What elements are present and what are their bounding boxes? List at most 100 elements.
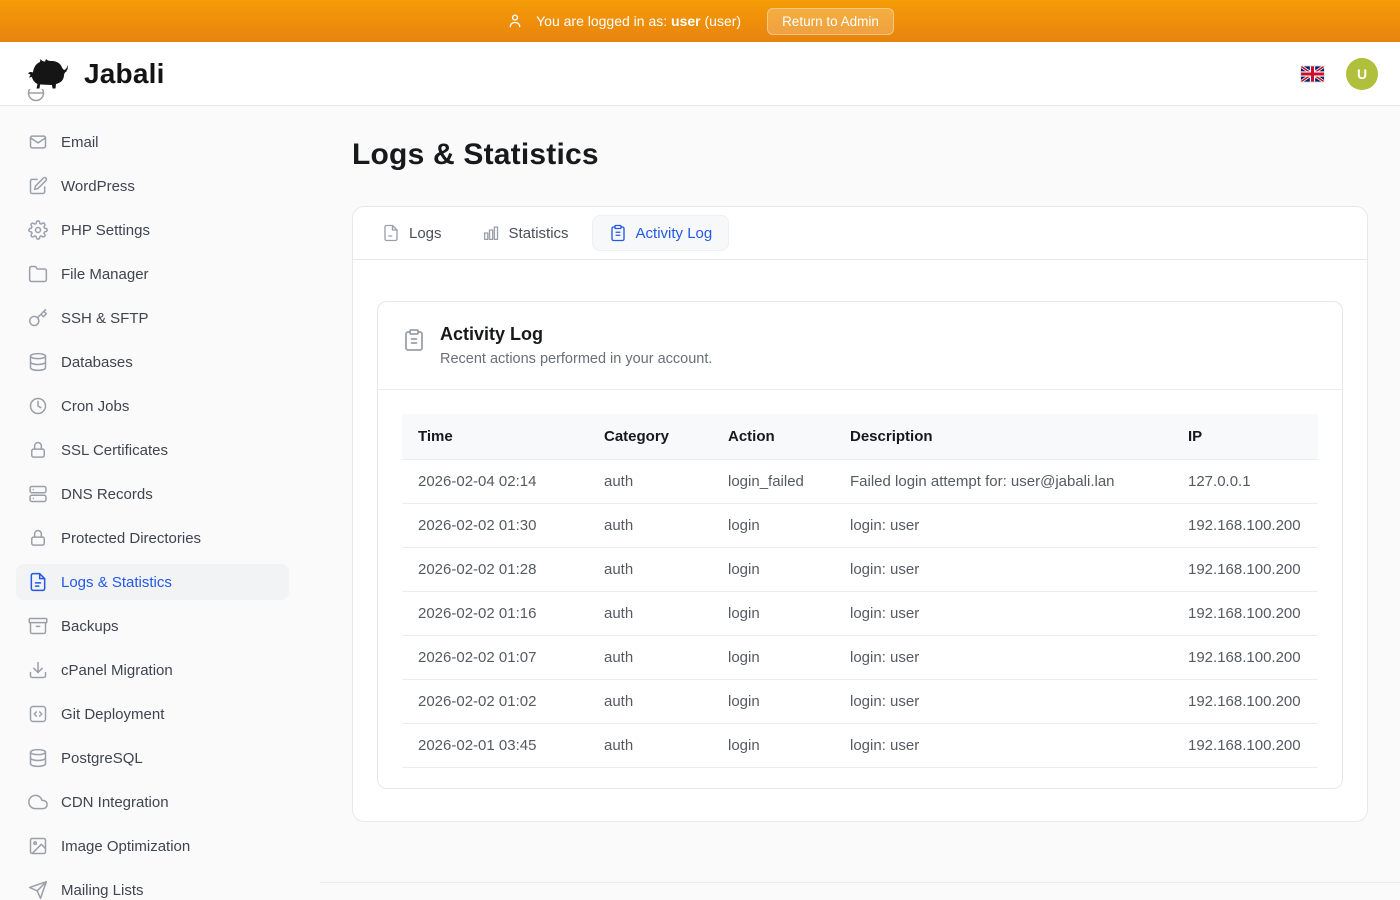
sidebar-item-backups[interactable]: Backups [16,608,289,644]
header-actions: U [1301,58,1378,90]
sidebar-item-databases[interactable]: Databases [16,344,289,380]
table-cell: login: user [834,548,1172,592]
table-cell: auth [588,680,712,724]
tab-label: Statistics [509,225,569,242]
table-cell: login [712,636,834,680]
sidebar-item-dns-records[interactable]: DNS Records [16,476,289,512]
sidebar-item-protected-directories[interactable]: Protected Directories [16,520,289,556]
sidebar-item-icon [28,616,48,636]
column-header-category: Category [588,414,712,460]
main-content: Logs & Statistics Logs Statistics Activi… [320,106,1400,900]
sidebar-item-label: Mailing Lists [61,882,144,899]
sidebar-item-icon [28,132,48,152]
table-cell: 192.168.100.200 [1172,636,1318,680]
activity-log-table: TimeCategoryActionDescriptionIP 2026-02-… [402,414,1318,768]
table-cell: login_failed [712,460,834,504]
sidebar-item-cron-jobs[interactable]: Cron Jobs [16,388,289,424]
tab-icon [382,224,400,242]
sidebar-item-wordpress[interactable]: WordPress [16,168,289,204]
sidebar-item-ssh-sftp[interactable]: SSH & SFTP [16,300,289,336]
sidebar-item-icon [28,396,48,416]
table-cell: 192.168.100.200 [1172,504,1318,548]
tab-statistics[interactable]: Statistics [465,215,586,251]
sidebar-item-icon [28,264,48,284]
table-row: 2026-02-02 01:16authloginlogin: user192.… [402,592,1318,636]
table-row: 2026-02-04 02:14authlogin_failedFailed l… [402,460,1318,504]
sidebar-item-label: Protected Directories [61,530,201,547]
table-cell: 2026-02-04 02:14 [402,460,588,504]
sidebar-item-icon [28,748,48,768]
sidebar-item-postgresql[interactable]: PostgreSQL [16,740,289,776]
column-header-time: Time [402,414,588,460]
table-cell: 2026-02-02 01:28 [402,548,588,592]
tab-icon [609,224,627,242]
sidebar-item-label: PostgreSQL [61,750,143,767]
sidebar-item-icon [28,792,48,812]
sidebar-item-label: Databases [61,354,133,371]
sidebar-item-label: WordPress [61,178,135,195]
table-cell: 2026-02-02 01:16 [402,592,588,636]
sidebar-item-icon [28,440,48,460]
table-cell: 192.168.100.200 [1172,724,1318,768]
sidebar-item-git-deployment[interactable]: Git Deployment [16,696,289,732]
activity-log-card: Activity Log Recent actions performed in… [377,301,1343,789]
sidebar-nav: Email WordPress PHP Settings File Manage… [0,106,320,900]
table-cell: login [712,680,834,724]
table-cell: auth [588,724,712,768]
sidebar-item-icon [28,572,48,592]
table-cell: login [712,548,834,592]
table-cell: Failed login attempt for: user@jabali.la… [834,460,1172,504]
table-cell: login: user [834,504,1172,548]
sidebar-item-label: cPanel Migration [61,662,173,679]
sidebar-item-icon [28,660,48,680]
card-subtitle: Recent actions performed in your account… [440,351,712,367]
sidebar-item-label: Logs & Statistics [61,574,172,591]
sidebar-item-icon [28,352,48,372]
sidebar-item-icon [28,836,48,856]
footer-divider [320,882,1400,883]
sidebar-item-icon [28,528,48,548]
table-row: 2026-02-02 01:07authloginlogin: user192.… [402,636,1318,680]
tab-logs[interactable]: Logs [365,215,459,251]
sidebar-item-php-settings[interactable]: PHP Settings [16,212,289,248]
card-title: Activity Log [440,324,712,345]
table-row: 2026-02-02 01:28authloginlogin: user192.… [402,548,1318,592]
sidebar-item-label: Cron Jobs [61,398,129,415]
table-row: 2026-02-01 03:45authloginlogin: user192.… [402,724,1318,768]
tab-activity-log[interactable]: Activity Log [592,215,730,251]
sidebar-item-icon [28,484,48,504]
sidebar-item-mailing-lists[interactable]: Mailing Lists [16,872,289,900]
sidebar-item-label: Backups [61,618,119,635]
page-title: Logs & Statistics [352,138,1368,172]
brand-logo[interactable]: Jabali [26,56,165,92]
table-cell: 192.168.100.200 [1172,592,1318,636]
column-header-description: Description [834,414,1172,460]
sidebar-item-logs-statistics[interactable]: Logs & Statistics [16,564,289,600]
tab-icon [482,224,500,242]
column-header-action: Action [712,414,834,460]
sidebar-item-ssl-certificates[interactable]: SSL Certificates [16,432,289,468]
table-cell: login: user [834,680,1172,724]
sidebar-item-cdn-integration[interactable]: CDN Integration [16,784,289,820]
user-icon [506,12,524,30]
table-cell: auth [588,592,712,636]
sidebar-item-email[interactable]: Email [16,124,289,160]
uk-flag-icon[interactable] [1301,66,1324,82]
sidebar-item-label: Git Deployment [61,706,164,723]
sidebar-item-label: Email [61,134,99,151]
user-avatar[interactable]: U [1346,58,1378,90]
impersonated-role: (user) [705,13,742,29]
sidebar-item-cpanel-migration[interactable]: cPanel Migration [16,652,289,688]
return-to-admin-button[interactable]: Return to Admin [767,8,894,35]
sidebar-item-image-optimization[interactable]: Image Optimization [16,828,289,864]
sidebar-item-label: File Manager [61,266,149,283]
sidebar-item-file-manager[interactable]: File Manager [16,256,289,292]
sidebar-item-label: DNS Records [61,486,153,503]
tab-panel-content: Activity Log Recent actions performed in… [353,260,1367,821]
impersonated-username: user [671,13,701,29]
table-cell: 127.0.0.1 [1172,460,1318,504]
activity-log-table-wrap: TimeCategoryActionDescriptionIP 2026-02-… [378,390,1342,788]
table-cell: login [712,592,834,636]
table-cell: 2026-02-02 01:30 [402,504,588,548]
sidebar-partial-item-icon [26,89,46,104]
